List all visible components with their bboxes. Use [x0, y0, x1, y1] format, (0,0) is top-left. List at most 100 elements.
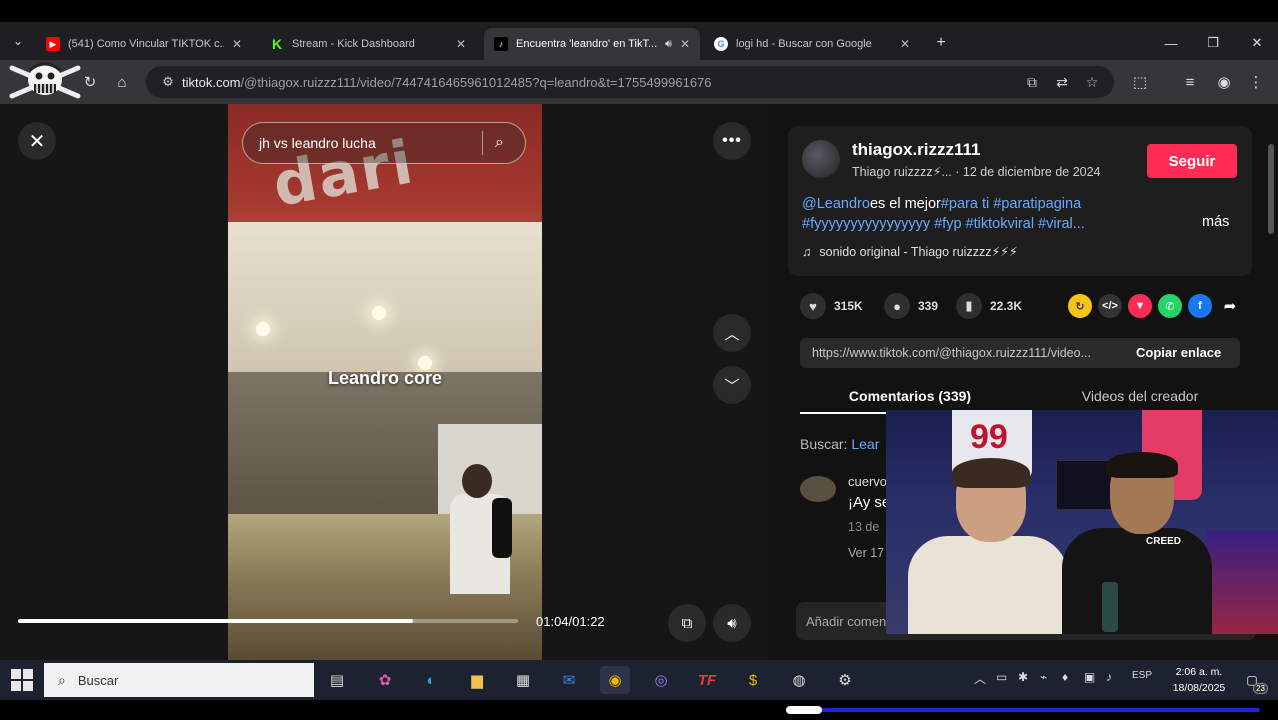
- obs-icon[interactable]: ◍: [784, 666, 814, 694]
- video-progress-bar[interactable]: [18, 619, 518, 623]
- more-link[interactable]: más: [1202, 214, 1229, 230]
- whatsapp-icon[interactable]: ✆: [1158, 294, 1182, 318]
- view-replies-link[interactable]: Ver 17: [848, 546, 884, 560]
- creator-username[interactable]: thiagox.rizzz111: [852, 140, 981, 160]
- edge-icon[interactable]: ◐: [416, 666, 446, 694]
- site-settings-icon[interactable]: ⚙: [154, 74, 182, 90]
- top-band: [0, 0, 1278, 22]
- menu-kebab-icon[interactable]: ⋮: [1244, 70, 1268, 94]
- next-video-button[interactable]: ﹀: [713, 366, 751, 404]
- tab-youtube[interactable]: ▶ (541) Como Vincular TIKTOK c... ✕: [36, 28, 252, 60]
- new-tab-plus-icon[interactable]: +: [930, 32, 952, 54]
- search-divider: [482, 131, 483, 155]
- tab-tiktok[interactable]: ♪ Encuentra 'leandro' en TikT... 🔊︎ ✕: [484, 28, 700, 60]
- comment-search-suggestion[interactable]: Buscar: Lear: [800, 436, 879, 452]
- tray-wifi-off-icon[interactable]: ⌁: [1040, 670, 1047, 684]
- close-tab-icon[interactable]: ✕: [456, 37, 466, 51]
- embed-code-icon[interactable]: </>: [1098, 294, 1122, 318]
- comment-bubble-icon: ●: [884, 293, 910, 319]
- translate-icon[interactable]: ⇄: [1050, 70, 1074, 94]
- tab-search-chevron-icon[interactable]: ⌄: [6, 30, 30, 52]
- outlook-icon[interactable]: ✉: [554, 666, 584, 694]
- url-host: tiktok.com: [182, 74, 241, 90]
- install-app-icon[interactable]: ⧉: [1020, 70, 1044, 94]
- scrollbar[interactable]: [1268, 144, 1274, 234]
- video-search-box[interactable]: jh vs leandro lucha ⌕: [242, 122, 526, 164]
- tray-language[interactable]: ESP: [1132, 670, 1152, 681]
- tray-network-icon[interactable]: ▭: [996, 670, 1007, 684]
- store-icon[interactable]: ▦: [508, 666, 538, 694]
- hashtag-links[interactable]: #fyyyyyyyyyyyyyyyy #fyp #tiktokviral #vi…: [802, 216, 1085, 232]
- window-close-icon[interactable]: ✕: [1242, 32, 1272, 54]
- chevron-up-icon: ︿: [724, 325, 740, 343]
- sound-link[interactable]: ♫ sonido original - Thiago ruizzzz⚡⚡⚡: [802, 244, 1018, 259]
- tray-bluetooth-icon[interactable]: ✱: [1018, 670, 1028, 684]
- windows-start-icon[interactable]: [10, 668, 34, 692]
- browser-tab-bar: ⌄ ▶ (541) Como Vincular TIKTOK c... ✕ K …: [0, 22, 1278, 60]
- close-tab-icon[interactable]: ✕: [232, 37, 242, 51]
- tray-mic-icon[interactable]: ♦: [1062, 670, 1068, 684]
- extensions-puzzle-icon[interactable]: ⬚: [1128, 70, 1152, 94]
- address-bar[interactable]: ⚙ tiktok.com/@thiagox.ruizzz111/video/74…: [146, 66, 1114, 98]
- tab-title: Encuentra 'leandro' en TikT...: [516, 38, 658, 50]
- taskbar-search[interactable]: ⌕ Buscar: [44, 663, 314, 697]
- tab-kick[interactable]: K Stream - Kick Dashboard ✕: [260, 28, 476, 60]
- bookmark-star-icon[interactable]: ☆: [1080, 70, 1104, 94]
- tf-app-icon[interactable]: TF: [692, 666, 722, 694]
- task-view-icon[interactable]: ▤: [322, 666, 352, 694]
- tab-google[interactable]: G logi hd - Buscar con Google ✕: [704, 28, 920, 60]
- more-options-button[interactable]: •••: [713, 122, 751, 160]
- save-button[interactable]: ▮ 22.3K: [956, 292, 1022, 320]
- close-tab-icon[interactable]: ✕: [900, 37, 910, 51]
- like-button[interactable]: ♥ 315K: [800, 292, 863, 320]
- video-player[interactable]: dari Leandro core: [228, 104, 542, 660]
- copy-link-button[interactable]: Copiar enlace: [1136, 345, 1221, 360]
- sound-name: sonido original - Thiago ruizzzz⚡⚡⚡: [819, 245, 1018, 259]
- tray-chevron-up-icon[interactable]: ︿: [974, 670, 986, 687]
- comment-avatar[interactable]: [800, 476, 836, 502]
- tab-title: logi hd - Buscar con Google: [736, 38, 872, 50]
- post-description: @Leandroes el mejor#para ti #paratipagin…: [802, 194, 1142, 234]
- browser-toolbar: ↻ ⌂ ⚙ tiktok.com/@thiagox.ruizzz111/vide…: [0, 60, 1278, 104]
- tray-display-icon[interactable]: ▣: [1084, 670, 1095, 684]
- tab-title: Stream - Kick Dashboard: [292, 38, 415, 50]
- facebook-icon[interactable]: f: [1188, 294, 1212, 318]
- close-video-button[interactable]: ✕: [18, 122, 56, 160]
- reload-icon[interactable]: ↻: [78, 70, 102, 94]
- share-repost-icon[interactable]: ↻: [1068, 294, 1092, 318]
- comment-author[interactable]: cuervo: [848, 474, 887, 489]
- picture-in-picture-button[interactable]: ⧉: [668, 604, 706, 642]
- settings-gear-icon[interactable]: ⚙: [830, 666, 860, 694]
- clock-time: 2:06 a. m.: [1175, 666, 1223, 678]
- home-icon[interactable]: ⌂: [110, 70, 134, 94]
- search-icon[interactable]: ⌕: [495, 134, 525, 152]
- chrome-icon[interactable]: ◉: [600, 666, 630, 694]
- file-explorer-icon[interactable]: ▆: [462, 666, 492, 694]
- media-controls-icon[interactable]: ≡: [1178, 70, 1202, 94]
- copilot-icon[interactable]: ✿: [370, 666, 400, 694]
- send-icon[interactable]: ▼: [1128, 294, 1152, 318]
- share-arrow-icon[interactable]: ➦: [1218, 294, 1242, 318]
- notification-icon[interactable]: ▢ 23: [1240, 668, 1268, 694]
- tab-creator-videos[interactable]: Videos del creador: [1030, 388, 1250, 404]
- restore-icon[interactable]: ❐: [1198, 32, 1228, 54]
- speaker-icon[interactable]: 🔊︎: [665, 38, 672, 51]
- follow-button[interactable]: Seguir: [1147, 144, 1237, 178]
- profile-icon[interactable]: ◉: [1212, 70, 1236, 94]
- creator-avatar[interactable]: [802, 140, 840, 178]
- close-tab-icon[interactable]: ✕: [680, 37, 690, 51]
- comment-text: ¡Ay se: [848, 494, 891, 511]
- comment-button[interactable]: ● 339: [884, 292, 938, 320]
- tiktok-icon: ♪: [494, 37, 508, 51]
- tray-volume-icon[interactable]: ♪: [1106, 670, 1112, 684]
- taskbar-clock[interactable]: 2:06 a. m. 18/08/2025: [1168, 664, 1230, 696]
- coin-app-icon[interactable]: $: [738, 666, 768, 694]
- search-label: Buscar:: [800, 436, 848, 452]
- previous-video-button[interactable]: ︿: [713, 314, 751, 352]
- hashtag-links[interactable]: #para ti #paratipagina: [941, 196, 1081, 212]
- mention-link[interactable]: @Leandro: [802, 196, 870, 212]
- post-actions: ♥ 315K ● 339 ▮ 22.3K ↻ </> ▼ ✆ f ➦: [800, 292, 1240, 320]
- volume-button[interactable]: 🔊︎: [713, 604, 751, 642]
- app-circle-icon[interactable]: ◎: [646, 666, 676, 694]
- minimize-icon[interactable]: —: [1156, 32, 1186, 54]
